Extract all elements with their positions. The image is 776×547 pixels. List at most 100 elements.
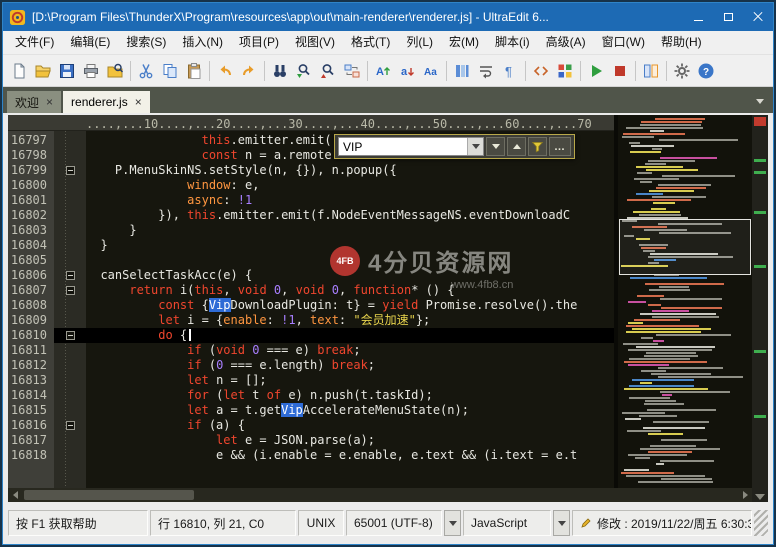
menu-insert[interactable]: 插入(N) (174, 31, 231, 54)
minimap[interactable] (618, 115, 752, 488)
syntax-dropdown-button[interactable] (553, 510, 570, 536)
code-line[interactable]: 16801 async: !1 (8, 193, 614, 208)
menu-file[interactable]: 文件(F) (7, 31, 62, 54)
close-button[interactable] (743, 3, 773, 31)
code-line[interactable]: 16818 e && (i.enable = e.enable, e.text … (8, 448, 614, 463)
html-tags-button[interactable] (529, 58, 553, 84)
code-viewport[interactable]: 16797 this.emitter.emit(16798 const n = … (8, 131, 614, 488)
undo-button[interactable] (213, 58, 237, 84)
run-script-button[interactable] (584, 58, 608, 84)
new-file-button[interactable] (7, 58, 31, 84)
minimap-line (661, 307, 722, 309)
find-in-files-button[interactable] (103, 58, 127, 84)
cut-button[interactable] (134, 58, 158, 84)
find-combo[interactable] (338, 137, 484, 156)
menu-advanced[interactable]: 高级(A) (538, 31, 594, 54)
fold-margin (54, 268, 86, 283)
tab--[interactable]: 欢迎× (7, 91, 61, 113)
minimap-line (640, 181, 652, 183)
copy-button[interactable] (158, 58, 182, 84)
code-line[interactable]: 16807 return i(this, void 0, void 0, fun… (8, 283, 614, 298)
code-line[interactable]: 16799 P.MenuSkinNS.setStyle(n, {}), n.po… (8, 163, 614, 178)
toolbar-separator (580, 61, 581, 81)
menu-project[interactable]: 项目(P) (231, 31, 287, 54)
open-file-button[interactable] (31, 58, 55, 84)
menu-macro[interactable]: 宏(M) (441, 31, 487, 54)
capitalize-button[interactable]: Aa (419, 58, 443, 84)
code-line[interactable]: 16805 (8, 253, 614, 268)
color-picker-button[interactable] (553, 58, 577, 84)
code-line[interactable]: 16812 if (0 === e.length) break; (8, 358, 614, 373)
horizontal-scrollbar[interactable] (8, 488, 752, 502)
show-paragraphs-button[interactable]: ¶ (498, 58, 522, 84)
redo-button[interactable] (237, 58, 261, 84)
code-line[interactable]: 16800 window: e, (8, 178, 614, 193)
menu-edit[interactable]: 编辑(E) (62, 31, 118, 54)
menu-script[interactable]: 脚本(i) (487, 31, 538, 54)
line-number: 16802 (8, 208, 54, 223)
menu-format[interactable]: 格式(T) (343, 31, 398, 54)
compare-button[interactable] (639, 58, 663, 84)
tab-close-icon[interactable]: × (135, 97, 142, 107)
scroll-down-button[interactable] (755, 494, 765, 500)
tab-close-icon[interactable]: × (46, 97, 53, 107)
stop-script-button[interactable] (608, 58, 632, 84)
code-line[interactable]: 16802 }), this.emitter.emit(f.NodeEventM… (8, 208, 614, 223)
code-line[interactable]: 16815 let a = t.getVipAccelerateMenuStat… (8, 403, 614, 418)
find-input[interactable] (339, 138, 467, 155)
title-bar[interactable]: [D:\Program Files\ThunderX\Program\resou… (3, 3, 773, 31)
menu-window[interactable]: 窗口(W) (594, 31, 653, 54)
uppercase-button[interactable]: A (371, 58, 395, 84)
tab-renderer-js[interactable]: renderer.js× (63, 91, 150, 113)
menu-search[interactable]: 搜索(S) (118, 31, 174, 54)
code-line[interactable]: 16816 if (a) { (8, 418, 614, 433)
fold-collapse-box[interactable] (66, 421, 75, 430)
toolbar-separator (367, 61, 368, 81)
print-button[interactable] (79, 58, 103, 84)
code-line[interactable]: 16804 } (8, 238, 614, 253)
find-next-button[interactable] (292, 58, 316, 84)
fold-collapse-box[interactable] (66, 286, 75, 295)
code-line[interactable]: 16813 let n = []; (8, 373, 614, 388)
fold-collapse-box[interactable] (66, 271, 75, 280)
code-line[interactable]: 16817 let e = JSON.parse(a); (8, 433, 614, 448)
code-line[interactable]: 16806 canSelectTaskAcc(e) { (8, 268, 614, 283)
help-button[interactable]: ? (694, 58, 718, 84)
code-line[interactable]: 16811 if (void 0 === e) break; (8, 343, 614, 358)
find-history-dropdown-button[interactable] (467, 138, 483, 155)
column-mode-button[interactable] (450, 58, 474, 84)
code-line[interactable]: 16809 let i = {enable: !1, text: "会员加速"}… (8, 313, 614, 328)
change-marker-strip[interactable] (752, 115, 768, 502)
find-button[interactable] (268, 58, 292, 84)
code-line[interactable]: 16810 do { (8, 328, 614, 343)
maximize-button[interactable] (713, 3, 743, 31)
minimap-line (662, 394, 672, 396)
menu-view[interactable]: 视图(V) (287, 31, 343, 54)
lowercase-button[interactable]: a (395, 58, 419, 84)
scroll-right-button[interactable] (738, 488, 752, 502)
tab-list-dropdown-button[interactable] (753, 95, 767, 107)
encoding-dropdown-button[interactable] (444, 510, 461, 536)
settings-button[interactable] (670, 58, 694, 84)
fold-collapse-box[interactable] (66, 166, 75, 175)
find-filter-button[interactable] (528, 137, 547, 156)
paste-button[interactable] (182, 58, 206, 84)
fold-collapse-box[interactable] (66, 331, 75, 340)
find-prev-button[interactable] (507, 137, 526, 156)
horizontal-scrollbar-thumb[interactable] (24, 490, 194, 500)
menu-help[interactable]: 帮助(H) (653, 31, 710, 54)
save-button[interactable] (55, 58, 79, 84)
menu-column[interactable]: 列(L) (398, 31, 441, 54)
scroll-left-button[interactable] (8, 488, 22, 502)
minimize-button[interactable] (683, 3, 713, 31)
resize-grip[interactable] (754, 510, 768, 536)
code-line[interactable]: 16808 const {VipDownloadPlugin: t} = yie… (8, 298, 614, 313)
find-prev-button[interactable] (316, 58, 340, 84)
word-wrap-button[interactable] (474, 58, 498, 84)
minimap-viewport[interactable] (619, 219, 751, 275)
code-line[interactable]: 16803 } (8, 223, 614, 238)
find-next-button[interactable] (486, 137, 505, 156)
find-more-button[interactable]: … (549, 137, 571, 156)
code-line[interactable]: 16814 for (let t of e) n.push(t.taskId); (8, 388, 614, 403)
replace-button[interactable] (340, 58, 364, 84)
